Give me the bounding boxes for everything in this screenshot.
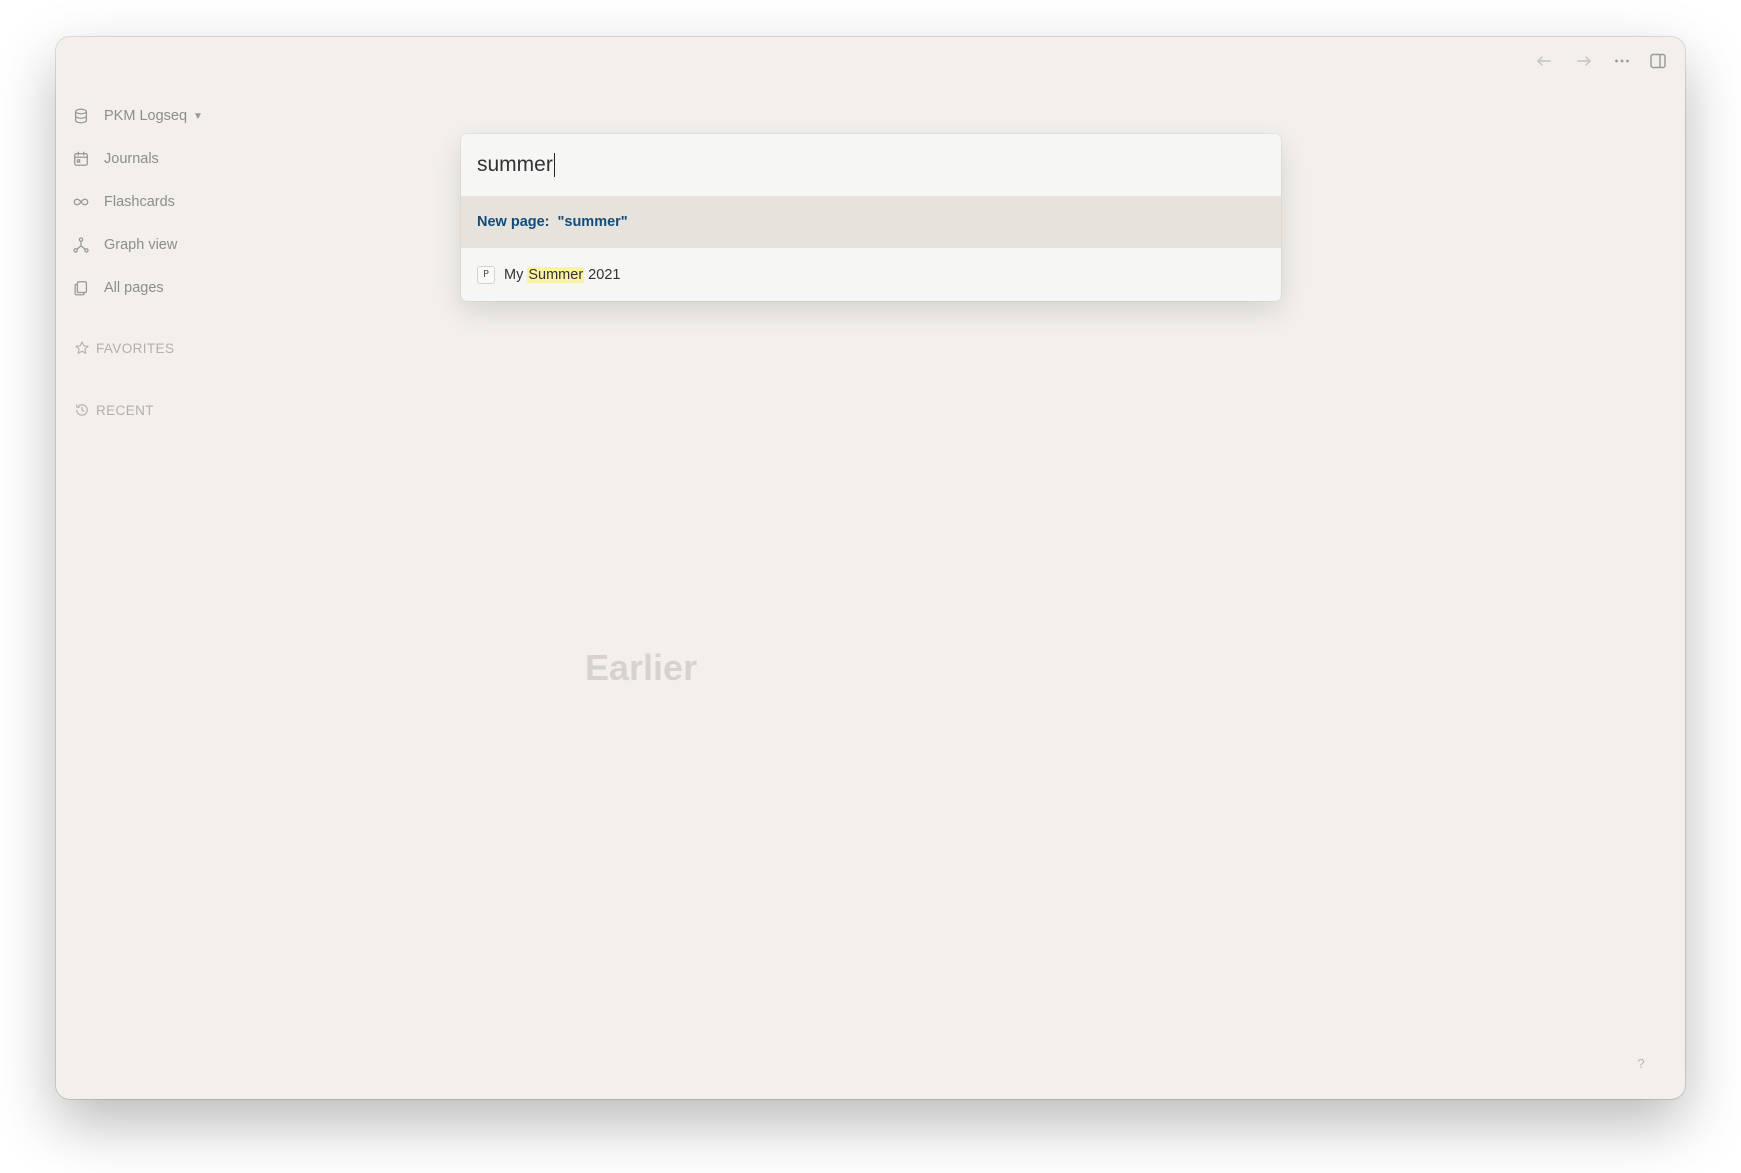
more-options-icon[interactable] xyxy=(1612,51,1632,71)
result-match-highlight: Summer xyxy=(527,266,585,283)
sidebar-item-all-pages[interactable]: All pages xyxy=(72,275,164,301)
sidebar-item-label: Graph view xyxy=(104,237,178,253)
back-arrow-icon[interactable] xyxy=(1534,51,1554,71)
page-badge-icon: P xyxy=(477,265,495,284)
database-icon xyxy=(72,106,92,126)
star-icon xyxy=(74,339,92,357)
left-sidebar: PKM Logseq ▼ Journals Flashcards Graph v… xyxy=(56,37,296,1099)
recent-label: RECENT xyxy=(96,402,154,418)
page-result-item[interactable]: P My Summer 2021 xyxy=(461,248,1281,301)
search-input[interactable]: summer xyxy=(461,134,1281,196)
new-page-result[interactable]: New page: "summer" xyxy=(461,196,1281,248)
chevron-down-icon: ▼ xyxy=(193,110,203,122)
earlier-heading: Earlier xyxy=(585,647,698,688)
text-cursor xyxy=(553,153,556,177)
new-page-value: "summer" xyxy=(557,214,628,230)
search-query-text: summer xyxy=(477,153,553,176)
help-button[interactable]: ? xyxy=(1631,1053,1651,1073)
graph-icon xyxy=(72,235,92,255)
pages-icon xyxy=(72,278,92,298)
app-window: PKM Logseq ▼ Journals Flashcards Graph v… xyxy=(56,37,1685,1099)
graph-name-label: PKM Logseq xyxy=(104,108,188,124)
sidebar-item-label: Journals xyxy=(104,151,159,167)
right-sidebar-toggle-icon[interactable] xyxy=(1648,51,1668,71)
calendar-icon xyxy=(72,149,92,169)
recent-section-header[interactable]: RECENT xyxy=(74,401,154,419)
sidebar-item-label: Flashcards xyxy=(104,194,175,210)
forward-arrow-icon[interactable] xyxy=(1574,51,1594,71)
graph-selector[interactable]: PKM Logseq ▼ xyxy=(72,103,203,129)
new-page-prefix: New page: xyxy=(477,214,550,230)
sidebar-item-label: All pages xyxy=(104,280,164,296)
result-title-after: 2021 xyxy=(584,266,621,283)
sidebar-item-flashcards[interactable]: Flashcards xyxy=(72,189,175,215)
result-title: My Summer 2021 xyxy=(504,266,621,283)
sidebar-item-graph-view[interactable]: Graph view xyxy=(72,232,177,258)
favorites-section-header[interactable]: FAVORITES xyxy=(74,339,174,357)
result-title-before: My xyxy=(504,266,528,283)
search-modal: summer New page: "summer" P My Summer 20… xyxy=(461,134,1281,301)
infinity-icon xyxy=(72,192,92,212)
sidebar-item-journals[interactable]: Journals xyxy=(72,146,159,172)
history-icon xyxy=(74,401,92,419)
favorites-label: FAVORITES xyxy=(96,340,175,356)
